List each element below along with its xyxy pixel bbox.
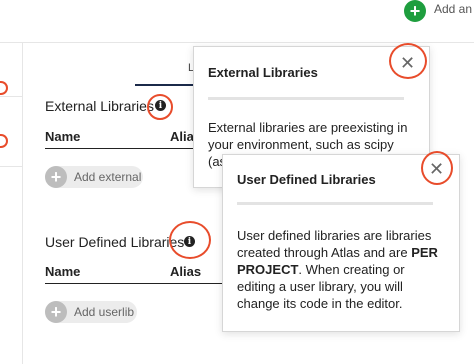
left-panel-divider	[22, 43, 23, 364]
tab-underline	[135, 84, 195, 86]
highlight-ring	[389, 43, 427, 79]
add-icon[interactable]: +	[404, 0, 426, 22]
error-icon	[0, 134, 8, 148]
popover-title: User Defined Libraries	[237, 172, 376, 187]
add-icon: +	[45, 301, 67, 323]
column-header-name: Name	[45, 129, 81, 144]
add-button-label[interactable]: Add an e	[434, 2, 474, 16]
add-userlib-label: Add userlib	[74, 305, 135, 319]
highlight-ring	[147, 94, 173, 120]
error-icon	[0, 81, 8, 95]
popover-divider	[208, 97, 404, 100]
left-row-divider	[0, 166, 22, 167]
popover-title: External Libraries	[208, 65, 318, 80]
column-header-name: Name	[45, 264, 81, 279]
left-row-divider	[0, 96, 22, 97]
table-header-rule	[45, 148, 195, 149]
highlight-ring	[421, 151, 453, 185]
popover-divider	[237, 202, 433, 205]
add-external-label: Add external	[74, 170, 142, 184]
add-external-button[interactable]: + Add external	[45, 166, 143, 188]
user-defined-libraries-popover: User Defined Libraries User defined libr…	[222, 151, 460, 332]
column-header-alias: Alias	[170, 264, 202, 279]
add-icon: +	[45, 166, 67, 188]
add-userlib-button[interactable]: + Add userlib	[45, 301, 137, 323]
highlight-ring	[169, 221, 211, 259]
external-libraries-title: External Libraries	[45, 98, 154, 114]
table-header-rule	[45, 283, 225, 284]
popover-body: User defined libraries are libraries cre…	[237, 228, 438, 311]
user-defined-libraries-title: User Defined Libraries	[45, 234, 185, 250]
